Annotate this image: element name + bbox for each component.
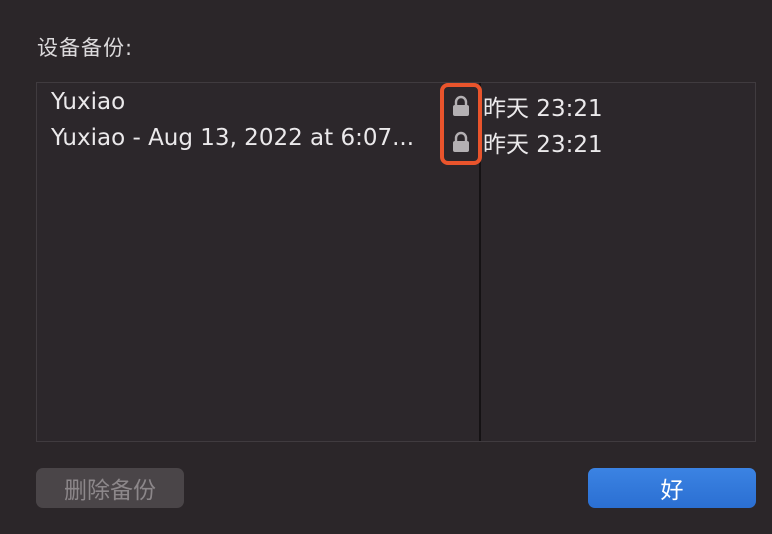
delete-backup-button[interactable]: 删除备份 <box>36 468 184 508</box>
ok-button[interactable]: 好 <box>588 468 756 508</box>
backup-name: Yuxiao <box>51 89 126 115</box>
dialog-title: 设备备份: <box>37 36 134 60</box>
table-row[interactable]: Yuxiao 昨天 23:21 <box>37 85 755 122</box>
backup-table[interactable]: Yuxiao 昨天 23:21 Yuxiao - Aug 13, 2022 at… <box>36 82 756 442</box>
backup-date: 昨天 23:21 <box>483 132 603 158</box>
table-row[interactable]: Yuxiao - Aug 13, 2022 at 6:07... 昨天 23:2… <box>37 121 755 158</box>
backup-date: 昨天 23:21 <box>483 96 603 122</box>
backup-name: Yuxiao - Aug 13, 2022 at 6:07... <box>51 125 415 151</box>
lock-highlight-annotation <box>440 83 482 165</box>
